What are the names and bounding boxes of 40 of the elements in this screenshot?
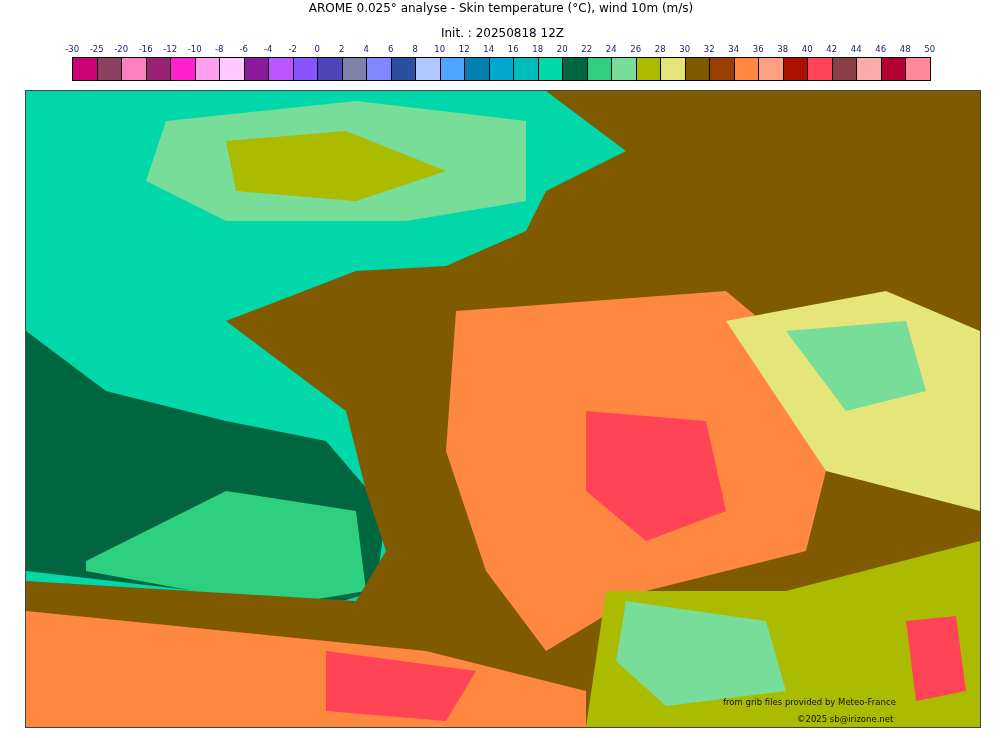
colorbar-tick-label: 6 (387, 43, 395, 55)
colorbar-tick-label: 36 (751, 43, 765, 55)
colorbar-tick-label: 48 (898, 43, 912, 55)
colorbar-tick-label: 42 (825, 43, 839, 55)
colorbar-tick-label: 38 (776, 43, 790, 55)
copyright-text: ©2025 sb@irizone.net (797, 714, 894, 724)
colorbar-tick-label: 26 (629, 43, 643, 55)
colorbar-tick-label: 28 (653, 43, 667, 55)
colorbar-tick-label: 10 (433, 43, 447, 55)
colorbar-tick-label: 46 (874, 43, 888, 55)
colorbar-tick-label: 20 (555, 43, 569, 55)
credit-text: from grib files provided by Meteo-France (723, 697, 896, 707)
colorbar-tick-label: 0 (313, 43, 321, 55)
colorbar-tick-label: -8 (214, 43, 225, 55)
colorbar-tick-label: -10 (186, 43, 203, 55)
chart-title: AROME 0.025° analyse - Skin temperature (°C), wind 10m (m/s) (308, 1, 694, 15)
colorbar-tick-label: 34 (727, 43, 741, 55)
colorbar-tick-label: 8 (411, 43, 419, 55)
colorbar-tick-label: -30 (64, 43, 81, 55)
colorbar-tick-label: 22 (580, 43, 594, 55)
colorbar-tick-label: 32 (702, 43, 716, 55)
colorbar-tick-label: -2 (287, 43, 298, 55)
colorbar-tick-label: 14 (482, 43, 496, 55)
colorbar-tick-label: -16 (137, 43, 154, 55)
colorbar-tick-label: -4 (263, 43, 274, 55)
colorbar-tick-label: 50 (923, 43, 937, 55)
colorbar-tick-label: 40 (800, 43, 814, 55)
colorbar-tick-label: 2 (338, 43, 346, 55)
colorbar-tick-label: -20 (113, 43, 130, 55)
colorbar-tick-label: 16 (506, 43, 520, 55)
colorbar-tick-label: -12 (162, 43, 179, 55)
colorbar-tick-label: 12 (457, 43, 471, 55)
colorbar-tick-label: 44 (849, 43, 863, 55)
colorbar-tick-label: -6 (238, 43, 249, 55)
colorbar-tick-label: 24 (604, 43, 618, 55)
colorbar-tick-label: 4 (362, 43, 370, 55)
chart-subtitle: Init. : 20250818 12Z (440, 26, 565, 40)
colorbar-tick-label: -25 (88, 43, 105, 55)
colorbar-tick-label: 30 (678, 43, 692, 55)
colorbar-tick-label: 18 (531, 43, 545, 55)
